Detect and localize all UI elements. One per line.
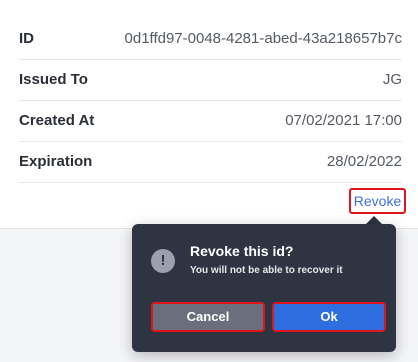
detail-row-id: ID 0d1ffd97-0048-4281-abed-43a218657b7c (19, 19, 402, 60)
detail-row-created-at: Created At 07/02/2021 17:00 (19, 101, 402, 142)
cancel-button[interactable]: Cancel (151, 302, 265, 332)
popover-title: Revoke this id? (190, 243, 294, 259)
revoke-confirm-popover: ! Revoke this id? You will not be able t… (132, 224, 396, 352)
detail-row-expiration: Expiration 28/02/2022 (19, 142, 402, 183)
detail-label-issued-to: Issued To (19, 71, 88, 88)
exclamation-icon: ! (151, 249, 175, 273)
revoke-link[interactable]: Revoke (349, 188, 406, 214)
detail-value-issued-to: JG (382, 71, 402, 88)
details-card: ID 0d1ffd97-0048-4281-abed-43a218657b7c … (0, 0, 418, 229)
detail-label-created-at: Created At (19, 112, 95, 129)
detail-label-id: ID (19, 30, 34, 47)
detail-value-expiration: 28/02/2022 (326, 153, 402, 170)
detail-value-id: 0d1ffd97-0048-4281-abed-43a218657b7c (124, 30, 402, 47)
detail-row-issued-to: Issued To JG (19, 60, 402, 101)
detail-label-expiration: Expiration (19, 153, 93, 170)
ok-button[interactable]: Ok (272, 302, 386, 332)
popover-message: You will not be able to recover it (190, 265, 343, 276)
detail-value-created-at: 07/02/2021 17:00 (285, 112, 402, 129)
